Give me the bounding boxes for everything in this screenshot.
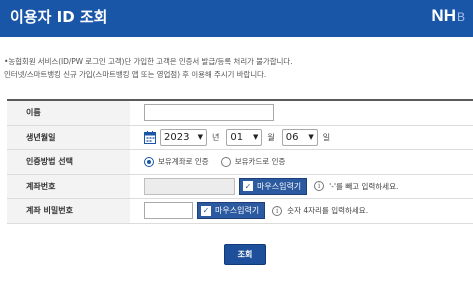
chevron-down-icon: ▼ <box>252 133 259 142</box>
day-unit: 일 <box>322 132 331 142</box>
notice-line-2: 인터넷/스마트뱅킹 신규 가입(스마트뱅킹 앱 또는 영업점) 후 이용해 주시… <box>4 70 267 79</box>
calendar-icon[interactable] <box>144 130 156 144</box>
birth-day-select[interactable]: 06 ▼ <box>281 128 318 146</box>
logo-text: NH <box>431 6 456 25</box>
notice-text: •농협회원 서비스(ID/PW 로그인 고객)단 가입한 고객은 인증서 발급/… <box>4 55 470 81</box>
radio-card-auth[interactable] <box>220 156 231 167</box>
birth-year-select[interactable]: 2023 ▼ <box>160 128 207 146</box>
name-label: 이름 <box>7 101 130 125</box>
page-title: 이용자 ID 조회 <box>10 8 108 26</box>
account-password-label: 계좌 비밀번호 <box>7 199 130 223</box>
nh-logo: NHB <box>431 6 465 26</box>
radio-account-auth-label[interactable]: 보유계좌로 인증 <box>158 156 209 167</box>
birth-month-select[interactable]: 01 ▼ <box>226 128 263 146</box>
page-header: 이용자 ID 조회 NHB <box>0 0 473 37</box>
chevron-down-icon: ▼ <box>308 133 314 142</box>
radio-account-auth[interactable] <box>144 156 154 167</box>
auth-method-label: 인증방법 선택 <box>7 150 130 174</box>
mouse-input-label: 마우스입력기 <box>215 206 260 216</box>
form-row-name: 이름 <box>7 101 473 126</box>
logo-text-tail: B <box>456 10 465 24</box>
checkbox-icon: ✓ <box>201 205 211 216</box>
mouse-input-button-password[interactable]: ✓ 마우스입력기 <box>197 202 266 220</box>
checkbox-icon: ✓ <box>243 181 253 192</box>
info-icon: i <box>272 205 283 216</box>
account-password-input[interactable] <box>144 202 193 220</box>
form-row-account-number: 계좌번호 ✓ 마우스입력기 i '-'를 빼고 입력하세요. <box>7 174 473 199</box>
account-password-hint: 숫자 4자리를 입력하세요. <box>287 206 369 216</box>
account-number-label: 계좌번호 <box>7 174 130 198</box>
lookup-form: 이름 생년월일 2023 ▼ 년 01 ▼ 월 06 ▼ 일 인증방법 선택 보… <box>7 99 473 224</box>
name-input[interactable] <box>144 104 274 122</box>
mouse-input-label: 마우스입력기 <box>257 181 302 191</box>
submit-button[interactable]: 조회 <box>224 244 266 265</box>
birth-month-value: 01 <box>230 131 244 143</box>
form-row-account-password: 계좌 비밀번호 ✓ 마우스입력기 i 숫자 4자리를 입력하세요. <box>7 199 473 224</box>
chevron-down-icon: ▼ <box>197 133 203 142</box>
form-row-auth-method: 인증방법 선택 보유계좌로 인증 보유카드로 인증 <box>7 150 473 175</box>
mouse-input-button-account[interactable]: ✓ 마우스입력기 <box>239 177 308 195</box>
birth-label: 생년월일 <box>7 125 130 149</box>
form-row-birth: 생년월일 2023 ▼ 년 01 ▼ 월 06 ▼ 일 <box>7 125 473 150</box>
month-unit: 월 <box>267 132 275 142</box>
info-icon: i <box>314 181 325 192</box>
account-number-hint: '-'를 빼고 입력하세요. <box>329 181 399 191</box>
birth-year-value: 2023 <box>164 131 190 143</box>
notice-line-1: •농협회원 서비스(ID/PW 로그인 고객)단 가입한 고객은 인증서 발급/… <box>4 57 293 66</box>
year-unit: 년 <box>212 132 220 142</box>
radio-card-auth-label[interactable]: 보유카드로 인증 <box>235 156 286 167</box>
account-number-input[interactable] <box>144 177 235 195</box>
birth-day-value: 06 <box>285 131 299 143</box>
